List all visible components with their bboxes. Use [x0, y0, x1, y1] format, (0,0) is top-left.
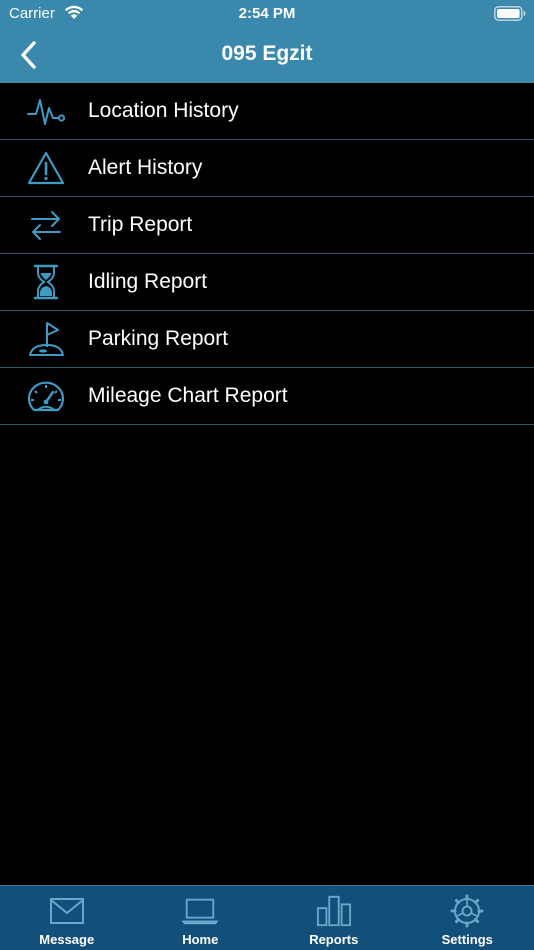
- nav-bar: 095 Egzit: [0, 28, 534, 83]
- menu-item-idling-report[interactable]: Idling Report: [0, 254, 534, 311]
- swap-arrows-icon: [31, 211, 61, 240]
- pulse-line-icon: [27, 99, 66, 125]
- menu-item-location-history[interactable]: Location History: [0, 83, 534, 140]
- tab-label: Message: [39, 932, 95, 947]
- bar-chart-icon: [316, 895, 351, 927]
- tab-label: Settings: [441, 932, 493, 947]
- speedometer-icon: [27, 381, 65, 412]
- menu-item-label: Location History: [88, 99, 239, 122]
- tab-bar: Message Home Reports Settings: [0, 885, 534, 950]
- menu-item-label: Parking Report: [88, 327, 229, 350]
- report-menu-list: Location History Alert History Trip Repo…: [0, 83, 534, 425]
- menu-item-label: Trip Report: [88, 213, 193, 236]
- envelope-icon: [49, 898, 84, 924]
- golf-flag-icon: [29, 322, 64, 356]
- hourglass-icon: [33, 264, 59, 300]
- menu-item-parking-report[interactable]: Parking Report: [0, 311, 534, 368]
- tab-label: Reports: [309, 932, 359, 947]
- tab-reports[interactable]: Reports: [267, 886, 401, 950]
- menu-item-label: Idling Report: [88, 270, 208, 293]
- laptop-icon: [182, 898, 219, 925]
- battery-icon: [494, 6, 526, 21]
- menu-item-trip-report[interactable]: Trip Report: [0, 197, 534, 254]
- header: Carrier 2:54 PM 095 Egzit: [0, 0, 534, 83]
- tab-home[interactable]: Home: [134, 886, 268, 950]
- tab-message[interactable]: Message: [0, 886, 134, 950]
- warning-triangle-icon: [27, 151, 65, 185]
- gear-icon: [450, 894, 484, 928]
- menu-item-mileage-chart-report[interactable]: Mileage Chart Report: [0, 368, 534, 425]
- tab-settings[interactable]: Settings: [401, 886, 534, 950]
- menu-item-alert-history[interactable]: Alert History: [0, 140, 534, 197]
- tab-label: Home: [182, 932, 219, 947]
- status-bar: Carrier 2:54 PM: [0, 0, 534, 28]
- page-title: 095 Egzit: [221, 42, 313, 65]
- menu-item-label: Mileage Chart Report: [88, 384, 288, 407]
- status-time: 2:54 PM: [238, 5, 296, 22]
- app-screen: Carrier 2:54 PM 095 Egzit Location Histo…: [0, 0, 534, 950]
- menu-item-label: Alert History: [88, 156, 203, 179]
